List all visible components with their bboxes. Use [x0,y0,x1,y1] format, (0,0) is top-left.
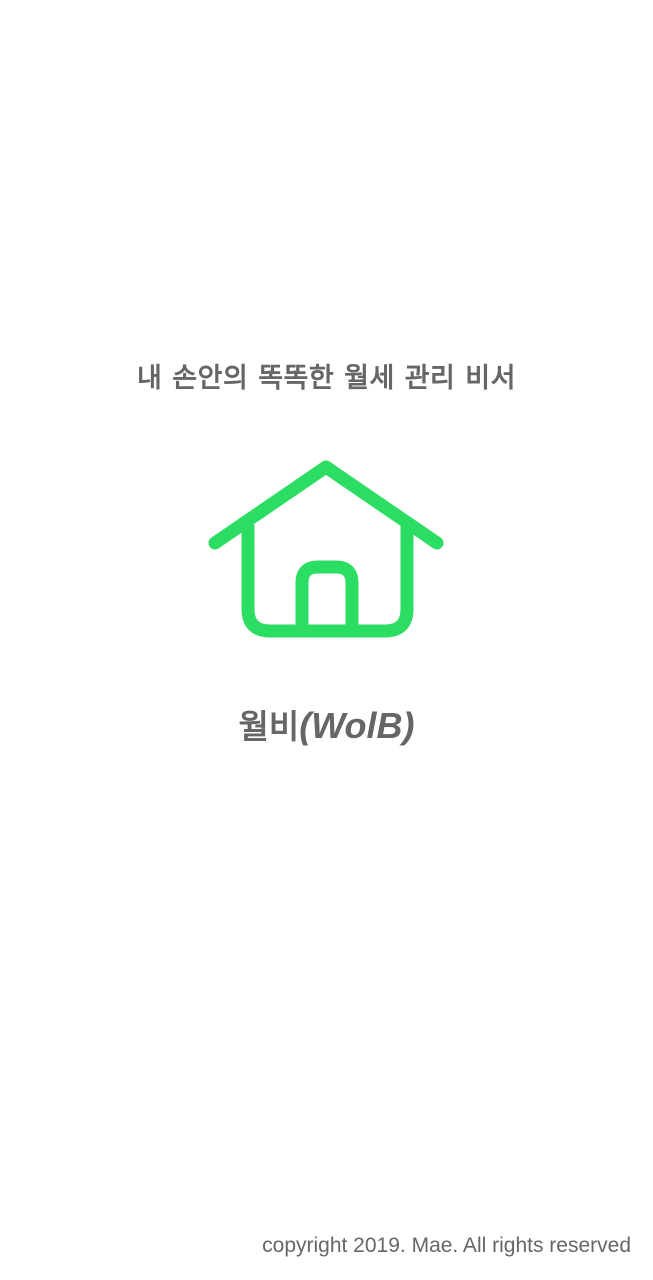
house-icon [205,455,449,645]
tagline: 내 손안의 똑똑한 월세 관리 비서 [137,363,516,394]
app-name: 월비(WolB) [0,700,653,748]
app-name-latin: (WolB) [299,705,415,746]
copyright-text: copyright 2019. Mae. All rights reserved [262,1234,631,1257]
splash-screen: 내 손안의 똑똑한 월세 관리 비서 월비(WolB) copyright 20… [0,0,653,1280]
app-name-korean: 월비 [238,707,300,746]
